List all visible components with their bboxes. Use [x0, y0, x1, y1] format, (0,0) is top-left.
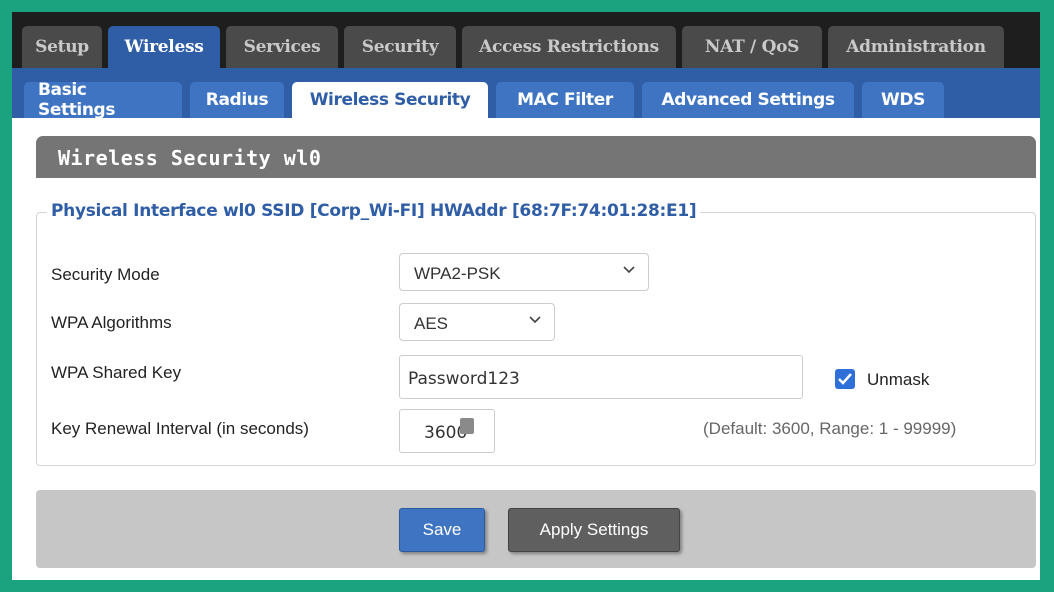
action-bar: Save Apply Settings: [36, 490, 1036, 568]
tab-nat-qos[interactable]: NAT / QoS: [682, 26, 822, 68]
subtab-radius[interactable]: Radius: [190, 82, 284, 118]
checkmark-icon: [838, 373, 852, 385]
key-renewal-label: Key Renewal Interval (in seconds): [51, 419, 309, 438]
security-mode-label: Security Mode: [51, 265, 160, 284]
subtab-wds[interactable]: WDS: [862, 82, 944, 118]
wpa-algorithms-select[interactable]: AES: [399, 303, 555, 341]
spinner-icon[interactable]: [460, 418, 474, 434]
wpa-shared-key-input[interactable]: Password123: [399, 355, 803, 399]
tab-access-restrictions[interactable]: Access Restrictions: [462, 26, 676, 68]
tab-security[interactable]: Security: [344, 26, 456, 68]
save-button[interactable]: Save: [399, 508, 485, 552]
unmask-label: Unmask: [867, 370, 930, 389]
security-mode-select[interactable]: WPA2-PSK: [399, 253, 649, 291]
tab-services[interactable]: Services: [226, 26, 338, 68]
wpa-algorithms-label: WPA Algorithms: [51, 313, 172, 332]
panel-title: Wireless Security wl0: [36, 136, 1036, 178]
tab-administration[interactable]: Administration: [828, 26, 1004, 68]
wpa-algorithms-value: AES: [414, 314, 449, 333]
tab-wireless[interactable]: Wireless: [108, 26, 220, 68]
key-renewal-input[interactable]: 3600: [399, 409, 495, 453]
apply-settings-button[interactable]: Apply Settings: [508, 508, 680, 552]
interface-fieldset: Physical Interface wl0 SSID [Corp_Wi-FI]…: [36, 201, 1036, 466]
subtab-wireless-security[interactable]: Wireless Security: [292, 82, 488, 118]
subtab-mac-filter[interactable]: MAC Filter: [496, 82, 634, 118]
tab-setup[interactable]: Setup: [22, 26, 102, 68]
security-mode-value: WPA2-PSK: [414, 264, 501, 283]
screenshot-frame: Setup Wireless Services Security Access …: [0, 0, 1054, 592]
wpa-shared-key-value: Password123: [408, 369, 520, 389]
chevron-down-icon: [529, 316, 541, 324]
chevron-down-icon: [623, 266, 635, 274]
key-renewal-hint: (Default: 3600, Range: 1 - 99999): [703, 419, 957, 438]
subtab-basic-settings[interactable]: Basic Settings: [24, 80, 182, 120]
router-admin-page: Setup Wireless Services Security Access …: [12, 12, 1040, 580]
subtab-advanced-settings[interactable]: Advanced Settings: [642, 82, 854, 118]
main-nav: Setup Wireless Services Security Access …: [12, 12, 1040, 68]
unmask-checkbox[interactable]: [835, 369, 855, 389]
wpa-shared-key-label: WPA Shared Key: [51, 363, 182, 382]
sub-nav: Basic Settings Radius Wireless Security …: [12, 68, 1040, 120]
fieldset-legend: Physical Interface wl0 SSID [Corp_Wi-FI]…: [47, 201, 701, 221]
